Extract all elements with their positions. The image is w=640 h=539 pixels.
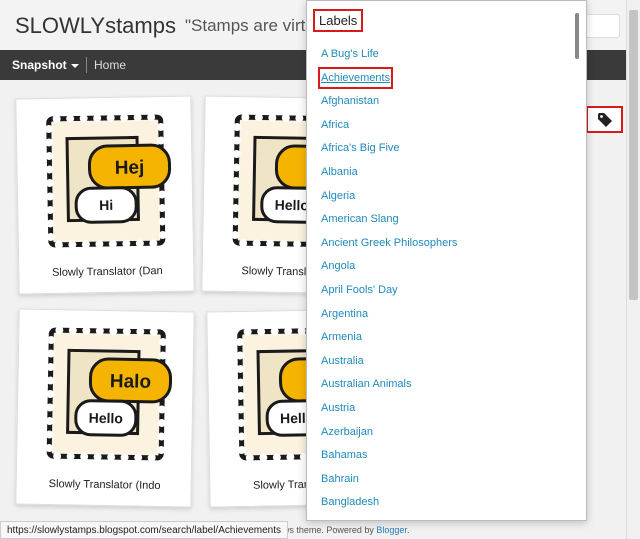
label-item-text: Azerbaijan <box>321 425 373 438</box>
label-item[interactable]: American Slang <box>321 208 571 232</box>
labels-dropdown: Labels A Bug's Life Achievements Afghanist… <box>306 0 587 521</box>
label-item[interactable]: Austria <box>321 397 571 421</box>
site-tagline: "Stamps are virtu <box>185 16 315 35</box>
search-box[interactable] <box>582 14 620 38</box>
site-title[interactable]: SLOWLYstamps <box>15 13 176 39</box>
stamp-illustration: Halo Hello <box>45 326 173 462</box>
labels-list: A Bug's Life Achievements Afghanistan Afric… <box>318 43 571 515</box>
nav-home-link[interactable]: Home <box>94 58 126 72</box>
chevron-down-icon <box>70 63 79 68</box>
label-item-text: April Fools' Day <box>321 283 398 296</box>
page-scrollbar[interactable] <box>626 0 640 539</box>
label-item-text: Armenia <box>321 331 362 344</box>
reply-text: Hello <box>89 410 124 427</box>
label-item[interactable]: Albania <box>321 161 571 185</box>
view-switcher-dropdown[interactable]: Snapshot <box>12 58 79 72</box>
label-item[interactable]: Bangladesh <box>321 491 571 515</box>
labels-title: Labels <box>313 9 364 32</box>
label-item[interactable]: Achievements <box>318 66 571 91</box>
label-item[interactable]: Bahamas <box>321 444 571 468</box>
label-item-text: Achievements <box>318 66 394 89</box>
label-item[interactable]: Africa <box>321 114 571 138</box>
post-card[interactable]: Hej Hi Slowly Translator (Dan <box>15 95 195 295</box>
label-item-text: Angola <box>321 260 356 273</box>
label-item[interactable]: Australian Animals <box>321 373 571 397</box>
stamp-image[interactable]: Hej Hi <box>36 105 175 257</box>
label-item-text: Albania <box>321 165 358 178</box>
label-item-text: A Bug's Life <box>321 48 379 60</box>
tag-icon <box>597 112 612 127</box>
label-item-text: Bahamas <box>321 449 368 462</box>
label-item[interactable]: Argentina <box>321 303 571 327</box>
label-item[interactable]: A Bug's Life <box>321 43 571 67</box>
blogger-link[interactable]: Blogger <box>376 525 407 535</box>
view-switcher-label: Snapshot <box>12 58 67 72</box>
stamp-image[interactable]: Halo Hello <box>37 318 176 470</box>
labels-toggle-button[interactable] <box>586 106 623 133</box>
label-item-text: Africa <box>321 118 350 131</box>
stamp-illustration: Hej Hi <box>44 113 172 249</box>
label-item-text: Australia <box>321 354 364 367</box>
greeting-text: Hej <box>115 157 145 179</box>
post-card[interactable]: Halo Hello Slowly Translator (Indo <box>15 308 195 508</box>
status-bar-url: https://slowlystamps.blogspot.com/search… <box>0 521 289 539</box>
label-item[interactable]: Ancient Greek Philosophers <box>321 232 571 256</box>
label-item-text: Argentina <box>321 307 369 320</box>
label-item[interactable]: Bahrain <box>321 468 571 492</box>
label-item-text: Bangladesh <box>321 496 380 509</box>
greeting-text: Halo <box>110 371 152 393</box>
post-title[interactable]: Slowly Translator (Indo <box>17 477 193 492</box>
reply-text: Hi <box>99 197 113 213</box>
label-item-text: Australian Animals <box>321 378 412 391</box>
label-item[interactable]: April Fools' Day <box>321 279 571 303</box>
label-item-text: Algeria <box>321 189 356 202</box>
label-item-text: American Slang <box>321 213 399 226</box>
label-item-text: Afghanistan <box>321 95 380 108</box>
label-item[interactable]: Africa's Big Five <box>321 137 571 161</box>
label-item[interactable]: Angola <box>321 255 571 279</box>
reply-text: Hello <box>275 197 310 214</box>
label-item[interactable]: Azerbaijan <box>321 421 571 445</box>
nav-divider <box>86 57 87 73</box>
label-item[interactable]: Australia <box>321 350 571 374</box>
label-item-text: Austria <box>321 401 356 414</box>
label-item-text: Bahrain <box>321 472 359 485</box>
labels-scrollbar-thumb[interactable] <box>575 13 579 59</box>
label-item[interactable]: Armenia <box>321 326 571 350</box>
post-title[interactable]: Slowly Translator (Dan <box>19 264 195 279</box>
label-item[interactable]: Afghanistan <box>321 90 571 114</box>
label-item[interactable]: Algeria <box>321 185 571 209</box>
scrollbar-thumb[interactable] <box>629 10 638 300</box>
label-item-text: Africa's Big Five <box>321 142 400 155</box>
label-item-text: Ancient Greek Philosophers <box>321 236 458 249</box>
